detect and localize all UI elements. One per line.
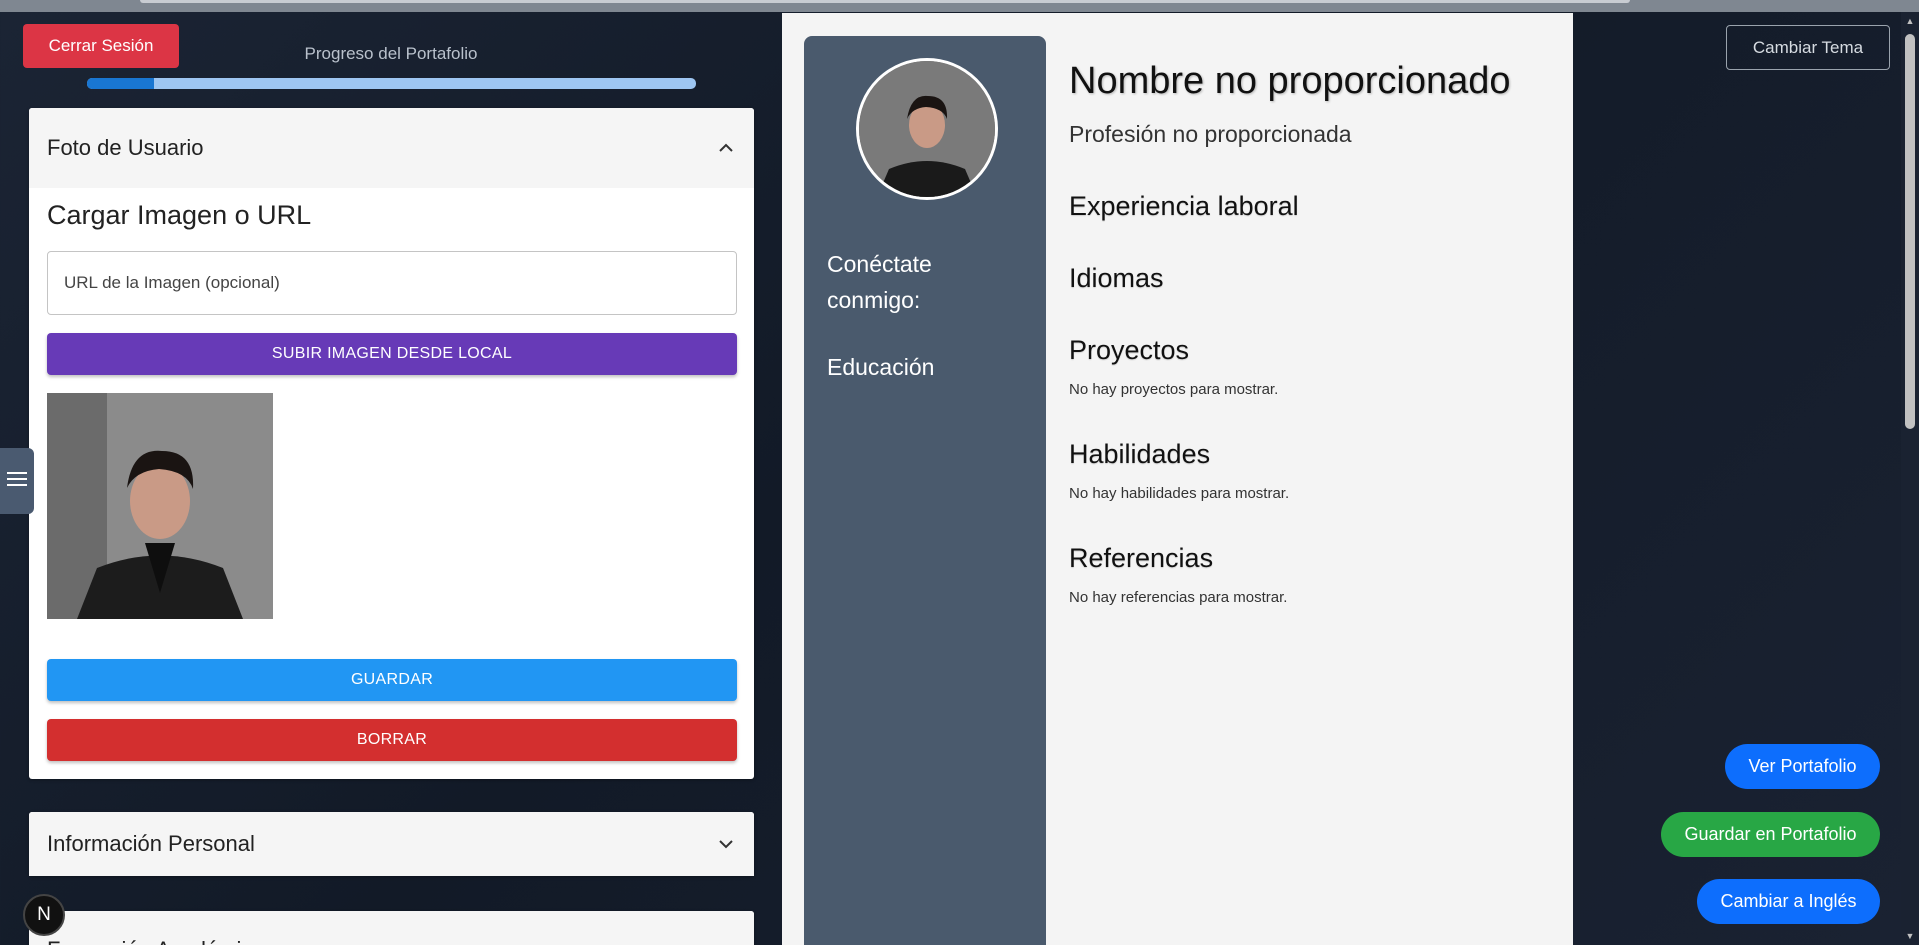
skills-heading: Habilidades [1069,439,1211,469]
delete-button[interactable]: BORRAR [47,719,737,761]
projects-heading: Proyectos [1069,335,1190,365]
scroll-thumb[interactable] [1905,34,1915,429]
preview-name: Nombre no proporcionado [1069,60,1511,102]
user-photo-preview [47,393,273,619]
education-label: Educación [827,354,935,380]
academic-panel-header[interactable]: Formación Académica [29,911,754,945]
switch-english-button[interactable]: Cambiar a Inglés [1697,879,1880,924]
preview-avatar [856,58,998,200]
progress-fill [87,78,154,89]
chevron-down-icon[interactable] [716,834,736,854]
portfolio-progress-bar [87,78,696,89]
photo-panel-title: Foto de Usuario [47,135,204,160]
upload-local-button[interactable]: SUBIR IMAGEN DESDE LOCAL [47,333,737,375]
page-scrollbar[interactable]: ▲ ▼ [1901,12,1919,945]
projects-empty: No hay proyectos para mostrar. [1069,381,1279,398]
academic-panel: Formación Académica [29,911,754,945]
skills-empty: No hay habilidades para mostrar. [1069,485,1290,502]
academic-panel-title: Formación Académica [47,937,265,945]
personal-info-header[interactable]: Información Personal [29,812,754,876]
experience-heading: Experiencia laboral [1069,191,1299,221]
references-heading: Referencias [1069,543,1214,573]
framework-badge[interactable]: N [23,894,65,936]
personal-info-title: Información Personal [47,831,255,856]
browser-top-edge [0,0,1919,12]
hamburger-menu-icon [7,471,27,492]
portfolio-preview: Conéctate conmigo: Educación Nombre no p… [782,13,1573,945]
scroll-down-icon[interactable]: ▼ [1905,931,1915,941]
save-button[interactable]: GUARDAR [47,659,737,701]
personal-info-panel: Información Personal [29,812,754,876]
scroll-up-icon[interactable]: ▲ [1905,16,1915,26]
photo-panel-header[interactable]: Foto de Usuario [29,108,754,188]
languages-heading: Idiomas [1069,263,1164,293]
save-portfolio-button[interactable]: Guardar en Portafolio [1661,812,1880,857]
image-url-input[interactable] [47,251,737,315]
preview-profession: Profesión no proporcionada [1069,121,1352,147]
photo-panel: Foto de Usuario Cargar Imagen o URL SUBI… [29,108,754,779]
upload-section-title: Cargar Imagen o URL [47,200,312,230]
preview-sidebar: Conéctate conmigo: Educación [804,36,1046,945]
change-theme-button[interactable]: Cambiar Tema [1726,25,1890,70]
references-empty: No hay referencias para mostrar. [1069,589,1288,606]
view-portfolio-button[interactable]: Ver Portafolio [1725,744,1880,789]
sidebar-toggle[interactable] [0,448,34,514]
browser-address-strip [140,0,1630,3]
chevron-up-icon[interactable] [716,138,736,158]
progress-label: Progreso del Portafolio [304,44,478,63]
connect-label: Conéctate conmigo: [827,251,932,313]
